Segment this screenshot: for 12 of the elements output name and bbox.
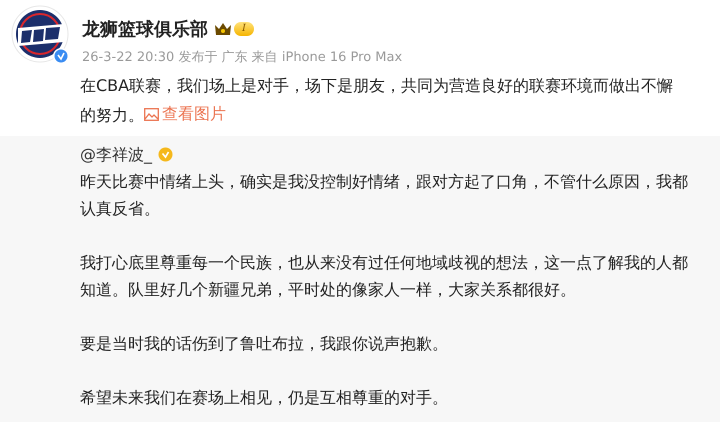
author-name[interactable]: 龙狮篮球俱乐部 (82, 17, 208, 41)
repost-paragraph: 要是当时我的话伤到了鲁吐布拉，我跟你说声抱歉。 (80, 332, 449, 354)
crown-icon (214, 22, 232, 36)
repost-author[interactable]: @李祥波_ (80, 142, 152, 168)
post-text: 在CBA联赛，我们场上是对手，场下是朋友，共同为营造良好的联赛环境而做出不懈的努力。 查看图片 (80, 72, 680, 130)
post-meta: 26-3-22 20:30 发布于 广东 来自 iPhone 16 Pro Max (82, 49, 404, 66)
repost-paragraph: 昨天比赛中情绪上头，确实是我没控制好情绪，跟对方起了口角，不管什么原因，我都认真反省。 (80, 170, 689, 220)
repost-paragraph: 希望未来我们在赛场上相见，仍是互相尊重的对手。 (80, 386, 449, 408)
level-badge: I (234, 22, 254, 36)
image-icon (144, 108, 159, 120)
verified-icon (158, 147, 173, 162)
repost-paragraph: 我打心底里尊重每一个民族，也从来没有过任何地域歧视的想法，这一点了解我的人都知道。队里好几个新疆兄弟，平时处的像家人一样，大家关系都很好。 (80, 252, 689, 300)
